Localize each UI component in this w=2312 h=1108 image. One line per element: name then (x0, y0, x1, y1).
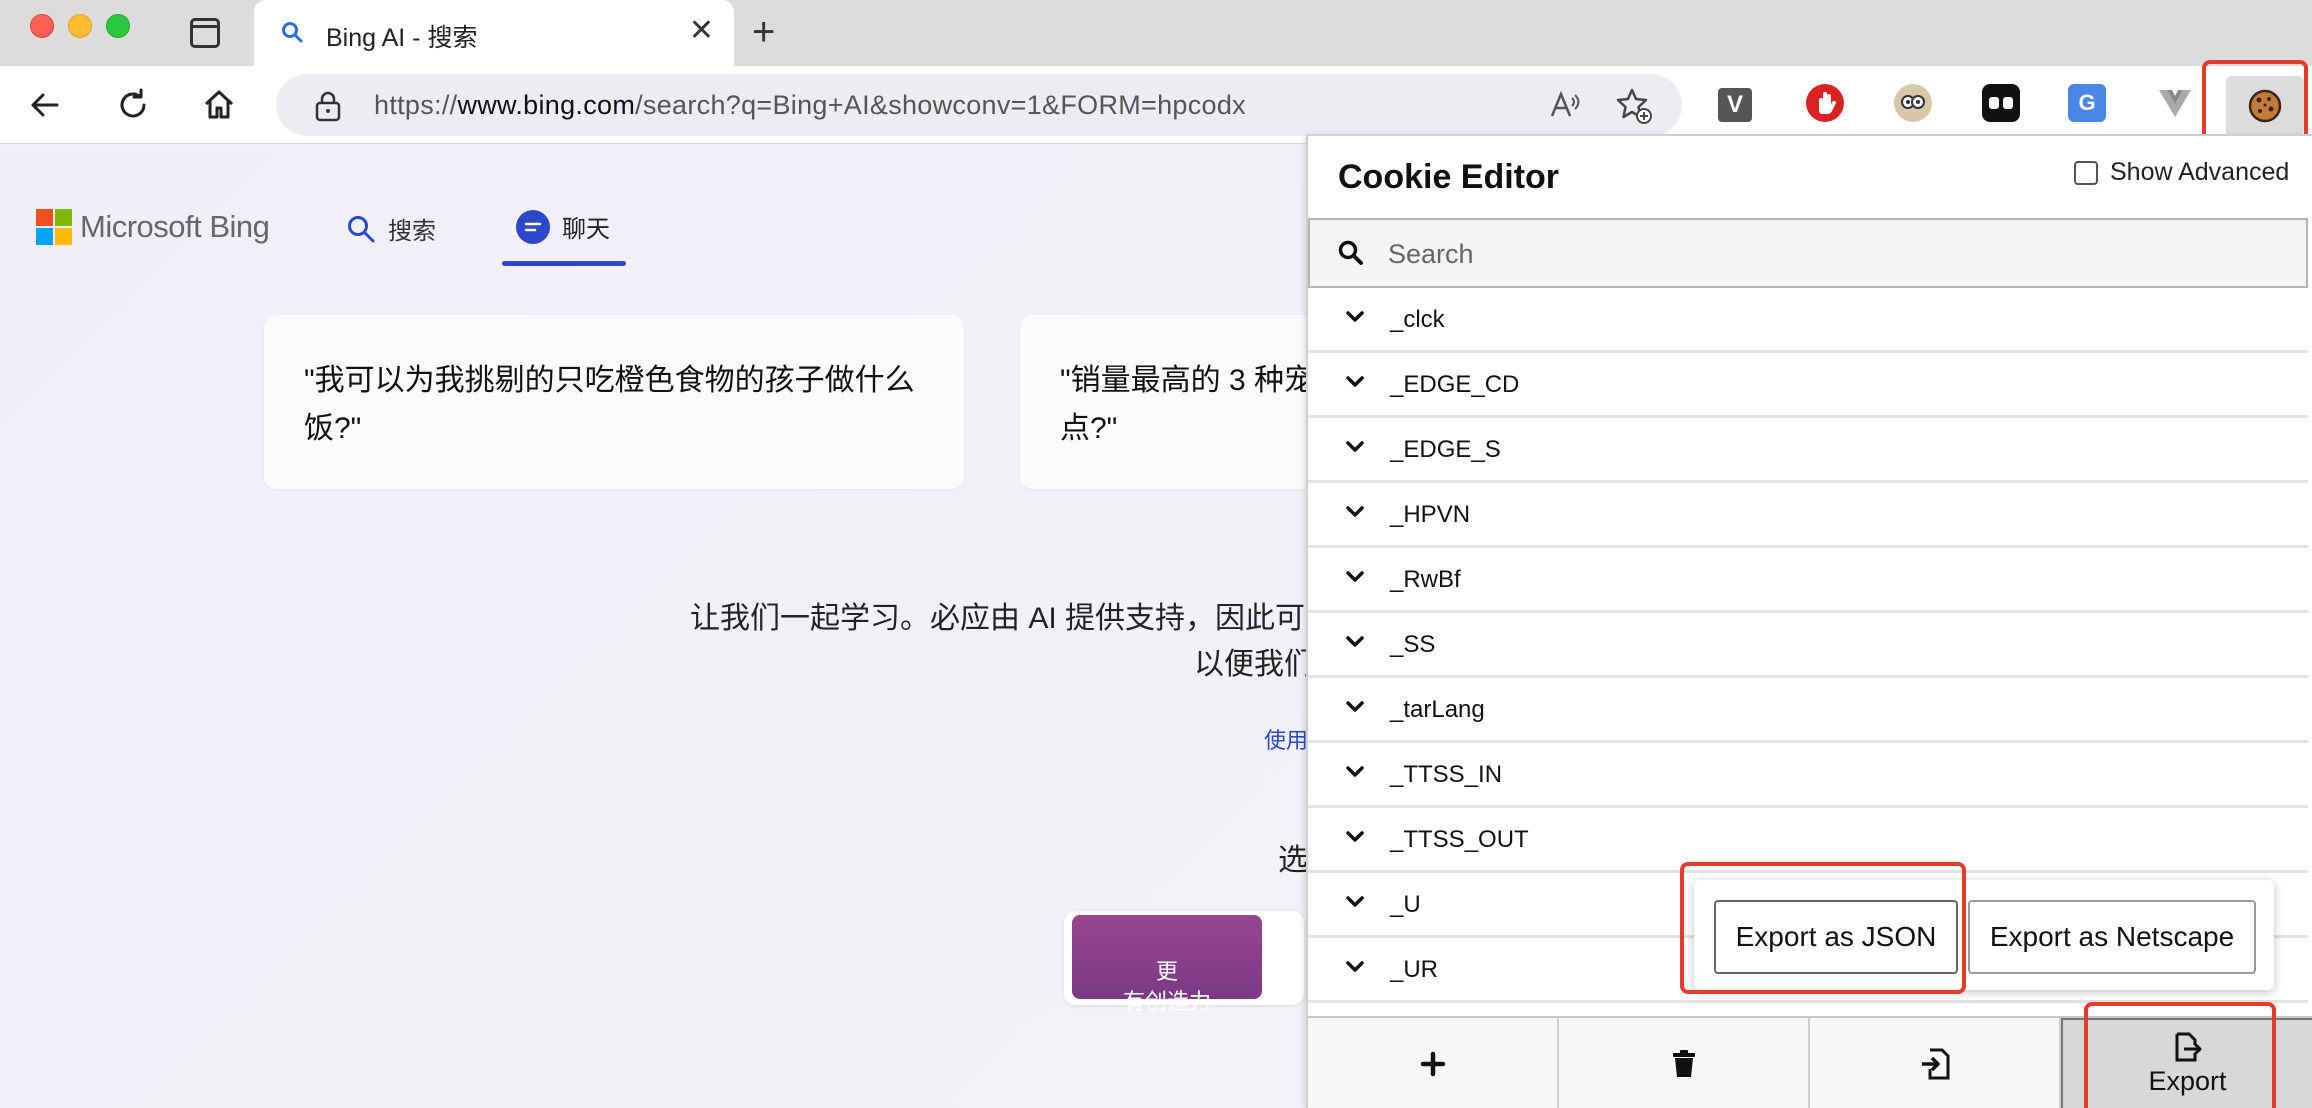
url-path: /search?q=Bing+AI&showconv=1&FORM=hpcodx (635, 90, 1246, 120)
chat-icon (516, 209, 550, 244)
chevron-down-icon[interactable] (1344, 956, 1366, 978)
tab-close-icon[interactable]: ✕ (689, 16, 714, 46)
show-advanced-label: Show Advanced (2110, 158, 2290, 186)
cookie-row[interactable]: _RwBf (1308, 548, 2308, 613)
browser-toolbar: https://www.bing.com/search?q=Bing+AI&sh… (0, 60, 2312, 152)
brand-name[interactable]: Microsoft Bing (80, 209, 270, 245)
trash-icon (1672, 1050, 1695, 1077)
cookie-row[interactable]: _HPVN (1308, 483, 2308, 548)
cookie-name: _HPVN (1390, 501, 1471, 528)
url-text[interactable]: https://www.bing.com/search?q=Bing+AI&sh… (374, 90, 1246, 121)
cookie-name: _clck (1390, 306, 1445, 333)
adblock-extension-icon[interactable] (1806, 84, 1844, 122)
chevron-down-icon[interactable] (1344, 696, 1366, 718)
show-advanced-checkbox[interactable] (2074, 160, 2098, 185)
url-scheme: https:// (374, 90, 458, 120)
intro-text-line2: 以便我们 (1194, 648, 1314, 681)
tab-title: Bing AI - 搜索 (326, 24, 478, 52)
chevron-down-icon[interactable] (1344, 371, 1366, 393)
cookie-name: _U (1390, 891, 1421, 918)
chevron-down-icon[interactable] (1344, 566, 1366, 588)
nav-chat-tab[interactable]: 聊天 (516, 209, 610, 244)
minimize-window-button[interactable] (68, 14, 92, 38)
suggestion-card[interactable]: "我可以为我挑剔的只吃橙色食物的孩子做什么饭?" (264, 315, 964, 489)
cookie-name: _EDGE_S (1390, 436, 1501, 463)
style-creative-label: 更 有创造力 (1122, 959, 1211, 1014)
cookie-search-input[interactable] (1388, 232, 2268, 276)
cookie-name: _TTSS_IN (1390, 761, 1503, 788)
cookie-name: _EDGE_CD (1390, 371, 1520, 398)
cookie-name: _RwBf (1390, 566, 1461, 593)
extension-v-icon[interactable]: V (1718, 88, 1752, 122)
nav-search-label: 搜索 (388, 218, 436, 245)
cookie-row[interactable]: _clck (1308, 288, 2308, 353)
cookie-name: _TTSS_OUT (1390, 826, 1529, 853)
translate-extension-icon[interactable]: G (2068, 84, 2106, 122)
mask-extension-icon[interactable] (1982, 84, 2020, 122)
choose-style-label: 选 (1278, 844, 1308, 877)
file-import-icon (1921, 1048, 1949, 1080)
chevron-down-icon[interactable] (1344, 761, 1366, 783)
reload-icon[interactable] (108, 80, 158, 130)
sidebar-toggle-icon[interactable] (190, 18, 220, 48)
add-favorite-icon[interactable] (1614, 86, 1654, 131)
owl-extension-icon[interactable] (1894, 84, 1932, 122)
url-host: www.bing.com (457, 90, 636, 120)
close-window-button[interactable] (30, 14, 54, 38)
active-tab[interactable]: Bing AI - 搜索 ✕ (254, 0, 734, 66)
export-netscape-button[interactable]: Export as Netscape (1968, 900, 2256, 974)
chevron-down-icon[interactable] (1344, 826, 1366, 848)
chevron-down-icon[interactable] (1344, 891, 1366, 913)
cookie-row[interactable]: _EDGE_S (1308, 418, 2308, 483)
popup-title: Cookie Editor (1338, 158, 1560, 196)
search-icon (348, 215, 375, 242)
cookie-row[interactable]: _EDGE_CD (1308, 353, 2308, 418)
bing-search-favicon-icon (282, 22, 303, 43)
cookie-row[interactable]: _TTSS_IN (1308, 743, 2308, 808)
home-icon[interactable] (194, 80, 244, 130)
active-tab-indicator (502, 261, 626, 266)
chevron-down-icon[interactable] (1344, 501, 1366, 523)
chevron-down-icon[interactable] (1344, 436, 1366, 458)
cookie-row[interactable]: _tarLang (1308, 678, 2308, 743)
highlight-export-json (1680, 862, 1966, 994)
zoom-window-button[interactable] (106, 14, 130, 38)
delete-all-button[interactable] (1559, 1018, 1810, 1108)
nav-chat-label: 聊天 (562, 216, 610, 243)
terms-link[interactable]: 使用 (1264, 723, 1308, 755)
add-cookie-button[interactable] (1308, 1018, 1559, 1108)
back-icon[interactable] (20, 80, 70, 130)
tab-bar: Bing AI - 搜索 ✕ + (0, 0, 2312, 66)
cookie-search-bar (1308, 218, 2308, 288)
plus-icon (1420, 1051, 1445, 1077)
address-bar[interactable]: https://www.bing.com/search?q=Bing+AI&sh… (276, 74, 1682, 136)
suggestion-text: "我可以为我挑剔的只吃橙色食物的孩子做什么饭?" (304, 364, 915, 445)
highlight-export-button (2084, 1002, 2276, 1108)
cookie-name: _UR (1390, 956, 1439, 983)
new-tab-button[interactable]: + (752, 12, 775, 52)
import-button[interactable] (1810, 1018, 2061, 1108)
chevron-down-icon[interactable] (1344, 631, 1366, 653)
show-advanced-toggle[interactable]: Show Advanced (2074, 158, 2289, 187)
cookie-name: _tarLang (1390, 696, 1485, 723)
chevron-down-icon[interactable] (1344, 306, 1366, 328)
vue-devtools-extension-icon[interactable] (2156, 84, 2194, 122)
cookie-row[interactable]: _SS (1308, 613, 2308, 678)
microsoft-logo-icon (36, 209, 72, 245)
nav-search-tab[interactable]: 搜索 (346, 211, 436, 246)
read-aloud-icon[interactable] (1548, 88, 1582, 129)
style-creative-button[interactable]: 更 有创造力 (1072, 915, 1262, 1014)
lock-icon[interactable] (314, 90, 342, 122)
cookie-name: _SS (1390, 631, 1436, 658)
search-icon (1338, 240, 1363, 265)
